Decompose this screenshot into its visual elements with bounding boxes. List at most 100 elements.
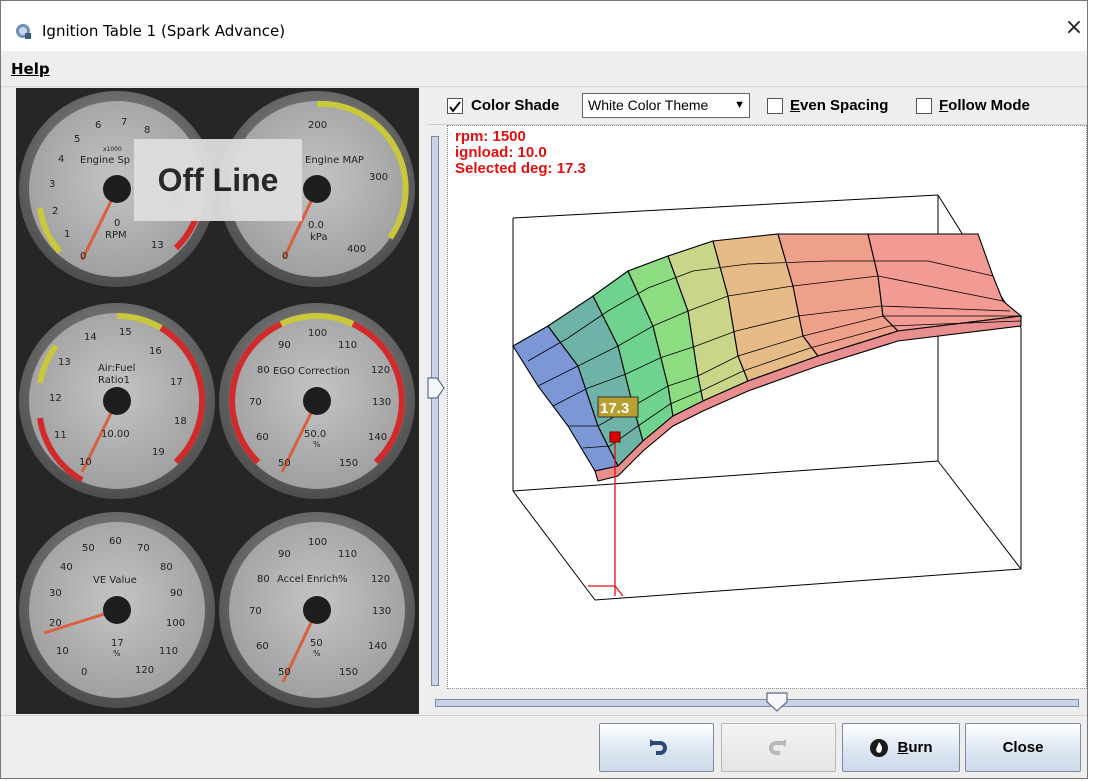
horizontal-rotation-slider[interactable] (435, 699, 1079, 707)
burn-button[interactable]: Burn (842, 723, 960, 772)
gauge-tick: 70 (249, 606, 262, 617)
gauge-tick: 40 (60, 562, 73, 573)
gauge-tick: 30 (49, 588, 62, 599)
gauge-unit: % (313, 649, 321, 658)
gauge-tick: 6 (95, 120, 101, 131)
gauge-tick: 19 (152, 447, 165, 458)
gauge-tick: 60 (256, 641, 269, 652)
gauge-air-fuel: Air:Fuel Ratio1 10.00 14 15 16 13 17 12 … (19, 303, 215, 499)
gauge-title: Accel Enrich% (277, 574, 348, 585)
gauge-unit: % (113, 649, 121, 658)
gauge-unit: % (313, 440, 321, 449)
gauge-tick: 0 (81, 667, 87, 678)
gauge-tick: 140 (368, 432, 387, 443)
undo-button[interactable] (599, 723, 714, 772)
surface-svg: 17.3 (512, 194, 1023, 601)
gauge-tick: 8 (144, 125, 150, 136)
gauge-value: 0 (114, 218, 120, 229)
horizontal-slider-thumb[interactable] (766, 692, 788, 712)
gauge-tick: 20 (49, 618, 62, 629)
gauge-tick: 110 (338, 549, 357, 560)
dropdown-arrow-icon: ▼ (734, 99, 745, 111)
gauge-tick: 200 (308, 120, 327, 131)
surface-plot[interactable]: rpm: 1500 ignload: 10.0 Selected deg: 17… (447, 125, 1087, 689)
gauge-tick: 70 (137, 543, 150, 554)
gauge-tick: 100 (166, 618, 185, 629)
gauge-tick: 70 (249, 397, 262, 408)
gauge-tick: 150 (339, 667, 358, 678)
gauge-ve-value: VE Value 17 % 50 60 70 40 80 30 90 20 10… (19, 512, 215, 708)
button-bar: Burn Close (1, 715, 1087, 778)
close-window-icon[interactable]: × (1059, 13, 1087, 43)
flame-icon (870, 738, 889, 757)
gauge-tick: 110 (338, 340, 357, 351)
close-button[interactable]: Close (965, 723, 1081, 772)
gauge-tick: 0 (80, 251, 86, 262)
gauge-tick: 15 (119, 327, 132, 338)
offline-overlay: Off Line (134, 139, 302, 221)
theme-select[interactable]: White Color Theme ▼ (582, 93, 750, 118)
app-icon (16, 24, 31, 39)
gauge-accel-enrich: Accel Enrich% 50 % 90 100 110 80 120 70 … (219, 512, 415, 708)
gauge-tick: 130 (372, 606, 391, 617)
plot-toolbar: Color Shade White Color Theme ▼ Even Spa… (427, 88, 1087, 125)
gauge-title: EGO Correction (273, 366, 350, 377)
gauge-value: 0.0 (308, 220, 324, 231)
gauge-tick: 10 (79, 457, 92, 468)
even-spacing-checkbox[interactable] (767, 98, 783, 114)
gauge-tick: 3 (49, 179, 55, 190)
gauge-unit: RPM (105, 230, 127, 241)
gauge-tick: 60 (109, 536, 122, 547)
gauge-tick: 13 (58, 357, 71, 368)
gauge-tick: 1 (64, 229, 70, 240)
gauge-tick: 11 (54, 430, 67, 441)
surface-mesh (512, 233, 1023, 482)
follow-mode-checkbox[interactable] (916, 98, 932, 114)
gauge-tick: 2 (52, 206, 58, 217)
gauge-tick: 16 (149, 346, 162, 357)
gauge-tick: 90 (170, 588, 183, 599)
gauge-tick: 110 (159, 646, 178, 657)
gauge-tick: 300 (369, 172, 388, 183)
gauge-tick: 80 (257, 365, 270, 376)
gauge-tick: 100 (308, 537, 327, 548)
gauge-tick: 120 (371, 365, 390, 376)
gauge-tick: 90 (278, 549, 291, 560)
cursor-value-label: 17.3 (600, 400, 629, 417)
follow-mode-label: Follow Mode (939, 97, 1030, 114)
gauge-tick: 0 (282, 251, 288, 262)
gauge-ego-correction: EGO Correction 50.0 % 90 100 110 80 120 … (219, 303, 415, 499)
selected-cell-marker[interactable] (609, 431, 621, 443)
window-title: Ignition Table 1 (Spark Advance) (42, 22, 286, 40)
gauge-title: Air:Fuel (98, 363, 135, 374)
gauge-tick: 14 (84, 332, 97, 343)
redo-icon (768, 738, 786, 755)
gauge-value: 50.0 (304, 429, 326, 440)
gauge-tick: 120 (371, 574, 390, 585)
undo-icon (649, 738, 667, 755)
table-3d-panel: Color Shade White Color Theme ▼ Even Spa… (427, 88, 1087, 716)
gauge-tick: 130 (372, 397, 391, 408)
theme-select-value: White Color Theme (588, 97, 709, 113)
gauge-value: 50 (310, 638, 323, 649)
gauge-tick: 10 (56, 646, 69, 657)
even-spacing-label: Even Spacing (790, 97, 889, 114)
color-shade-checkbox[interactable] (447, 98, 463, 114)
gauge-value: 17 (111, 638, 124, 649)
gauge-unit: kPa (310, 232, 328, 243)
gauge-tick: 13 (151, 240, 164, 251)
gauge-tick: 400 (347, 244, 366, 255)
vertical-rotation-slider[interactable] (431, 136, 439, 686)
gauge-tick: 50 (278, 458, 291, 469)
menu-bar: Help (1, 51, 1087, 87)
gauge-tick: 150 (339, 458, 358, 469)
redo-button[interactable] (721, 723, 836, 772)
gauge-tick: 50 (278, 667, 291, 678)
menu-help[interactable]: Help (11, 60, 50, 78)
gauge-title: Engine Sp (80, 155, 130, 166)
vertical-slider-thumb[interactable] (427, 377, 445, 399)
gauge-tick: 18 (174, 416, 187, 427)
gauge-tick: 17 (170, 377, 183, 388)
gauge-tick: 80 (257, 574, 270, 585)
gauge-value: 10.00 (101, 429, 130, 440)
